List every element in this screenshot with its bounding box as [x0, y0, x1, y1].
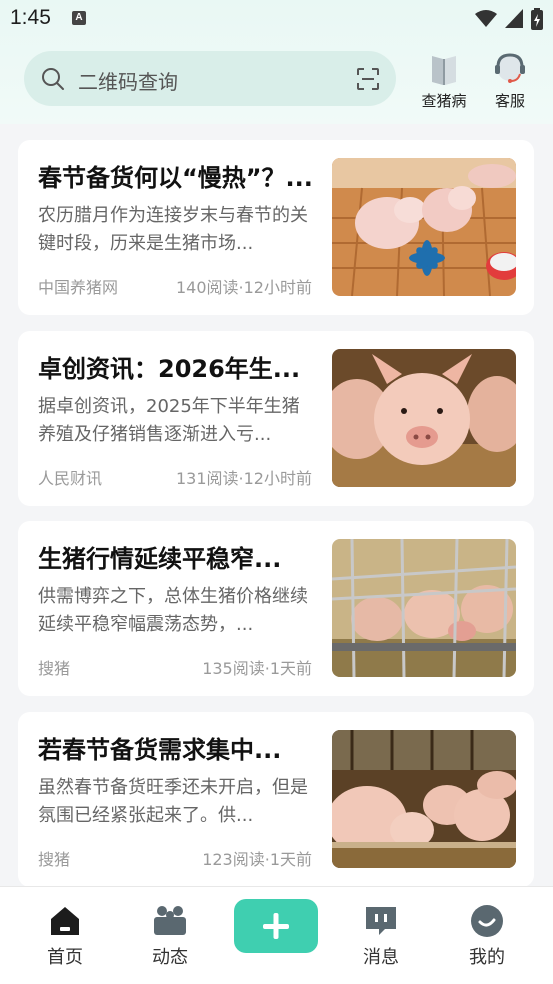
article-title: 春节备货何以“慢热”？... — [38, 164, 313, 192]
article-card[interactable]: 卓创资讯：2026年生... 据卓创资讯，2025年下半年生猪养殖及仔猪销售逐渐… — [18, 331, 534, 506]
article-title: 生猪行情延续平稳窄... — [38, 545, 282, 573]
article-meta: 123阅读·1天前 — [202, 850, 312, 869]
article-summary: 供需博弈之下，总体生猪价格继续延续平稳窄幅震荡态势，... — [38, 586, 308, 635]
search-placeholder: 二维码查询 — [78, 70, 178, 94]
article-meta: 140阅读·12小时前 — [176, 278, 312, 297]
wifi-icon — [475, 10, 497, 27]
nav-community-label: 动态 — [152, 947, 188, 968]
article-summary: 据卓创资讯，2025年下半年生猪养殖及仔猪销售逐渐进入亏... — [38, 396, 300, 445]
home-icon — [51, 907, 79, 935]
profile-icon — [471, 905, 503, 937]
article-meta: 135阅读·1天前 — [202, 659, 312, 678]
article-source: 搜猪 — [38, 659, 71, 678]
message-icon — [366, 907, 396, 935]
article-thumbnail — [332, 730, 516, 868]
signal-icon — [505, 9, 523, 28]
article-card[interactable]: 若春节备货需求集中... 虽然春节备货旺季还未开启，但是氛围已经紧张起来了。供.… — [18, 712, 534, 887]
search-input[interactable]: 二维码查询 — [24, 51, 396, 106]
check-disease-label: 查猪病 — [421, 92, 467, 110]
bottom-nav: 首页 动态 消息 我的 — [0, 886, 553, 984]
nav-profile[interactable]: 我的 — [452, 903, 522, 969]
nav-community[interactable]: 动态 — [135, 903, 205, 969]
article-title: 若春节备货需求集中... — [38, 736, 282, 764]
article-thumbnail — [332, 158, 516, 296]
nav-home-label: 首页 — [47, 947, 83, 968]
add-post-button[interactable] — [234, 899, 318, 953]
article-source: 搜猪 — [38, 850, 71, 869]
article-source: 人民财讯 — [38, 469, 103, 488]
customer-service-icon — [495, 53, 525, 83]
check-disease-button[interactable]: 查猪病 — [414, 52, 474, 111]
community-icon — [154, 906, 186, 935]
article-thumbnail — [332, 349, 516, 487]
article-card[interactable]: 生猪行情延续平稳窄... 供需博弈之下，总体生猪价格继续延续平稳窄幅震荡态势，.… — [18, 521, 534, 696]
status-time: 1:45 — [10, 6, 51, 29]
article-summary: 虽然春节备货旺季还未开启，但是氛围已经紧张起来了。供... — [38, 777, 308, 826]
nav-profile-label: 我的 — [469, 947, 505, 968]
plus-icon — [263, 913, 289, 939]
article-summary: 农历腊月作为连接岁末与春节的关键时段，历来是生猪市场... — [38, 205, 308, 254]
nav-home[interactable]: 首页 — [30, 903, 100, 969]
scan-icon[interactable] — [356, 67, 380, 91]
article-card[interactable]: 春节备货何以“慢热”？... 农历腊月作为连接岁末与春节的关键时段，历来是生猪市… — [18, 140, 534, 315]
nav-messages[interactable]: 消息 — [346, 903, 416, 969]
battery-icon — [531, 8, 543, 30]
status-bar: 1:45 A — [0, 0, 553, 40]
search-icon — [42, 68, 64, 90]
nav-messages-label: 消息 — [363, 947, 399, 968]
customer-service-label: 客服 — [494, 92, 525, 110]
article-source: 中国养猪网 — [38, 278, 119, 297]
status-icons — [475, 8, 543, 30]
article-thumbnail — [332, 539, 516, 677]
article-meta: 131阅读·12小时前 — [176, 469, 312, 488]
article-title: 卓创资讯：2026年生... — [38, 355, 301, 383]
notification-a-icon: A — [72, 11, 86, 25]
customer-service-button[interactable]: 客服 — [480, 52, 540, 111]
book-icon — [432, 56, 456, 85]
